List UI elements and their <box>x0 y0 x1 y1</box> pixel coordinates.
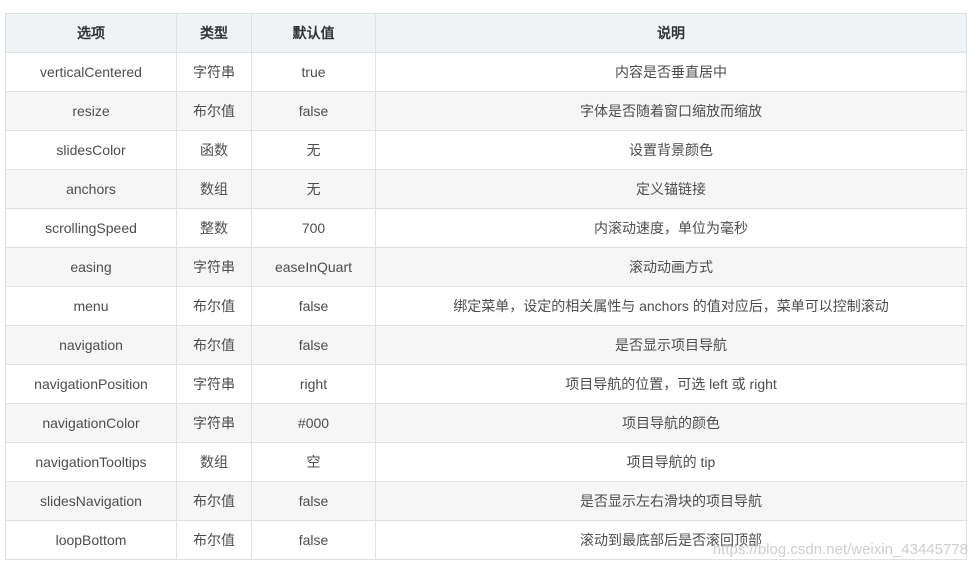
cell-description: 滚动动画方式 <box>375 247 967 287</box>
cell-default: right <box>251 364 376 404</box>
cell-type: 布尔值 <box>176 286 252 326</box>
cell-default: 无 <box>251 130 376 170</box>
cell-type: 布尔值 <box>176 520 252 560</box>
table-row: slidesNavigation 布尔值 false 是否显示左右滑块的项目导航 <box>5 481 967 521</box>
cell-option: anchors <box>5 169 177 209</box>
cell-default: #000 <box>251 403 376 443</box>
cell-type: 布尔值 <box>176 481 252 521</box>
cell-description: 内容是否垂直居中 <box>375 52 967 92</box>
cell-option: navigationPosition <box>5 364 177 404</box>
cell-option: navigationTooltips <box>5 442 177 482</box>
cell-default: 700 <box>251 208 376 248</box>
cell-default: false <box>251 91 376 131</box>
options-table: 选项 类型 默认值 说明 verticalCentered 字符串 true 内容是否… <box>5 13 967 560</box>
table-row: loopBottom 布尔值 false 滚动到最底部后是否滚回顶部 <box>5 520 967 560</box>
table-header: 选项 类型 默认值 说明 <box>5 13 967 53</box>
cell-type: 字符串 <box>176 52 252 92</box>
cell-description: 是否显示项目导航 <box>375 325 967 365</box>
header-default: 默认值 <box>251 13 376 53</box>
cell-description: 定义锚链接 <box>375 169 967 209</box>
cell-type: 字符串 <box>176 364 252 404</box>
cell-type: 字符串 <box>176 403 252 443</box>
cell-type: 数组 <box>176 169 252 209</box>
cell-option: menu <box>5 286 177 326</box>
table-row: verticalCentered 字符串 true 内容是否垂直居中 <box>5 52 967 92</box>
cell-default: false <box>251 286 376 326</box>
table-row: navigationColor 字符串 #000 项目导航的颜色 <box>5 403 967 443</box>
table-row: menu 布尔值 false 绑定菜单，设定的相关属性与 anchors 的值对应后，… <box>5 286 967 326</box>
table-row: slidesColor 函数无设置背景颜色 <box>5 130 967 170</box>
cell-description: 设置背景颜色 <box>375 130 967 170</box>
cell-default: false <box>251 481 376 521</box>
table-row: anchors 数组无定义锚链接 <box>5 169 967 209</box>
cell-description: 字体是否随着窗口缩放而缩放 <box>375 91 967 131</box>
cell-default: false <box>251 520 376 560</box>
cell-option: loopBottom <box>5 520 177 560</box>
cell-option: slidesNavigation <box>5 481 177 521</box>
cell-description: 项目导航的颜色 <box>375 403 967 443</box>
cell-option: navigationColor <box>5 403 177 443</box>
table-row: navigation 布尔值 false 是否显示项目导航 <box>5 325 967 365</box>
cell-default: true <box>251 52 376 92</box>
cell-default: easeInQuart <box>251 247 376 287</box>
cell-description: 是否显示左右滑块的项目导航 <box>375 481 967 521</box>
cell-option: verticalCentered <box>5 52 177 92</box>
cell-description: 项目导航的 tip <box>375 442 967 482</box>
cell-option: slidesColor <box>5 130 177 170</box>
table-row: navigationPosition 字符串 right 项目导航的位置，可选 lef… <box>5 364 967 404</box>
table-row: navigationTooltips 数组空项目导航的 tip <box>5 442 967 482</box>
header-type: 类型 <box>176 13 252 53</box>
cell-description: 项目导航的位置，可选 left 或 right <box>375 364 967 404</box>
header-option: 选项 <box>5 13 177 53</box>
cell-default: 空 <box>251 442 376 482</box>
cell-type: 函数 <box>176 130 252 170</box>
cell-option: easing <box>5 247 177 287</box>
table-row: scrollingSpeed 整数 700 内滚动速度，单位为毫秒 <box>5 208 967 248</box>
cell-option: resize <box>5 91 177 131</box>
cell-option: scrollingSpeed <box>5 208 177 248</box>
header-description: 说明 <box>375 13 967 53</box>
table-body: verticalCentered 字符串 true 内容是否垂直居中 resize 布尔值… <box>5 52 967 560</box>
table-row: resize 布尔值 false 字体是否随着窗口缩放而缩放 <box>5 91 967 131</box>
cell-description: 滚动到最底部后是否滚回顶部 <box>375 520 967 560</box>
cell-description: 内滚动速度，单位为毫秒 <box>375 208 967 248</box>
cell-type: 布尔值 <box>176 325 252 365</box>
cell-type: 数组 <box>176 442 252 482</box>
cell-type: 整数 <box>176 208 252 248</box>
table-row: easing 字符串 easeInQuart 滚动动画方式 <box>5 247 967 287</box>
header-row: 选项 类型 默认值 说明 <box>5 13 967 53</box>
cell-type: 布尔值 <box>176 91 252 131</box>
cell-default: 无 <box>251 169 376 209</box>
cell-option: navigation <box>5 325 177 365</box>
cell-type: 字符串 <box>176 247 252 287</box>
cell-default: false <box>251 325 376 365</box>
cell-description: 绑定菜单，设定的相关属性与 anchors 的值对应后，菜单可以控制滚动 <box>375 286 967 326</box>
